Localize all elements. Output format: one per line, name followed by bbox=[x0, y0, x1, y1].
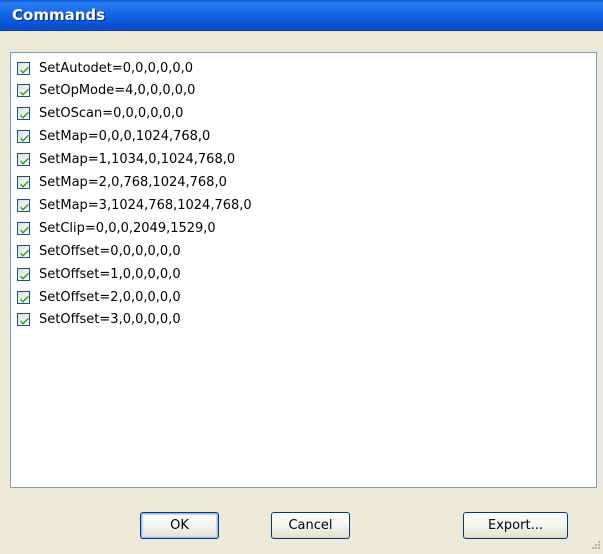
command-label: SetMap=2,0,768,1024,768,0 bbox=[39, 175, 227, 190]
window-title: Commands bbox=[12, 6, 106, 24]
command-label: SetOffset=3,0,0,0,0,0 bbox=[39, 312, 181, 328]
command-label: SetOffset=1,0,0,0,0,0 bbox=[39, 266, 181, 282]
command-item[interactable]: SetMap=2,0,768,1024,768,0 bbox=[17, 173, 227, 193]
command-label: SetClip=0,0,0,2049,1529,0 bbox=[39, 220, 216, 236]
checkbox[interactable] bbox=[17, 61, 30, 75]
checkmark-icon bbox=[20, 111, 29, 120]
command-item[interactable]: SetMap=0,0,0,1024,768,0 bbox=[17, 127, 210, 147]
cancel-button[interactable]: Cancel bbox=[271, 512, 350, 539]
checkmark-icon bbox=[20, 203, 29, 211]
command-label: SetOffset=0,0,0,0,0,0 bbox=[39, 243, 181, 259]
command-item[interactable]: SetOScan=0,0,0,0,0,0 bbox=[17, 104, 183, 124]
checkbox[interactable] bbox=[17, 176, 30, 189]
command-label: SetOScan=0,0,0,0,0,0 bbox=[39, 106, 184, 122]
resize-grip-icon[interactable] bbox=[589, 540, 601, 552]
ok-button[interactable]: OK bbox=[140, 512, 219, 539]
checkmark-icon bbox=[20, 294, 29, 303]
checkmark-icon bbox=[20, 65, 29, 74]
checkmark-icon bbox=[20, 180, 29, 188]
checkmark-icon bbox=[20, 157, 29, 165]
command-label: SetMap=3,1024,768,1024,768,0 bbox=[39, 197, 252, 213]
command-item[interactable]: SetClip=0,0,0,2049,1529,0 bbox=[17, 218, 216, 238]
command-label: SetOffset=2,0,0,0,0,0 bbox=[39, 289, 181, 305]
export-button[interactable]: Export... bbox=[463, 512, 568, 539]
checkmark-icon bbox=[20, 225, 29, 234]
command-item[interactable]: SetOpMode=4,0,0,0,0,0 bbox=[17, 81, 195, 101]
command-item[interactable]: SetMap=3,1024,768,1024,768,0 bbox=[17, 195, 252, 215]
command-item[interactable]: SetMap=1,1034,0,1024,768,0 bbox=[17, 150, 235, 170]
command-label: SetAutodet=0,0,0,0,0,0 bbox=[39, 60, 194, 76]
command-label: SetMap=0,0,0,1024,768,0 bbox=[39, 129, 211, 145]
checkmark-icon bbox=[20, 88, 29, 97]
checkbox[interactable] bbox=[17, 84, 30, 98]
command-item[interactable]: SetOffset=1,0,0,0,0,0 bbox=[17, 264, 181, 284]
command-label: SetOpMode=4,0,0,0,0,0 bbox=[39, 83, 196, 99]
checkbox[interactable] bbox=[17, 107, 30, 121]
checkmark-icon bbox=[20, 271, 29, 280]
checkbox[interactable] bbox=[17, 221, 30, 235]
command-item[interactable]: SetOffset=3,0,0,0,0,0 bbox=[17, 310, 181, 330]
command-item[interactable]: SetOffset=2,0,0,0,0,0 bbox=[17, 287, 181, 307]
title-bar[interactable]: Commands bbox=[0, 0, 603, 31]
checkbox[interactable] bbox=[17, 153, 30, 167]
checkbox[interactable] bbox=[17, 313, 30, 327]
checkmark-icon bbox=[20, 134, 29, 142]
checkbox[interactable] bbox=[17, 198, 30, 212]
checkbox[interactable] bbox=[17, 290, 30, 304]
checkbox[interactable] bbox=[17, 267, 30, 281]
commands-list[interactable]: SetAutodet=0,0,0,0,0,0 SetOpMode=4,0,0,0,… bbox=[10, 52, 597, 488]
command-item[interactable]: SetOffset=0,0,0,0,0,0 bbox=[17, 241, 181, 261]
checkmark-icon bbox=[20, 248, 29, 257]
checkbox[interactable] bbox=[17, 244, 30, 258]
command-item[interactable]: SetAutodet=0,0,0,0,0,0 bbox=[17, 58, 193, 78]
checkbox[interactable] bbox=[17, 130, 30, 144]
checkmark-icon bbox=[20, 317, 29, 326]
command-label: SetMap=1,1034,0,1024,768,0 bbox=[39, 152, 236, 168]
